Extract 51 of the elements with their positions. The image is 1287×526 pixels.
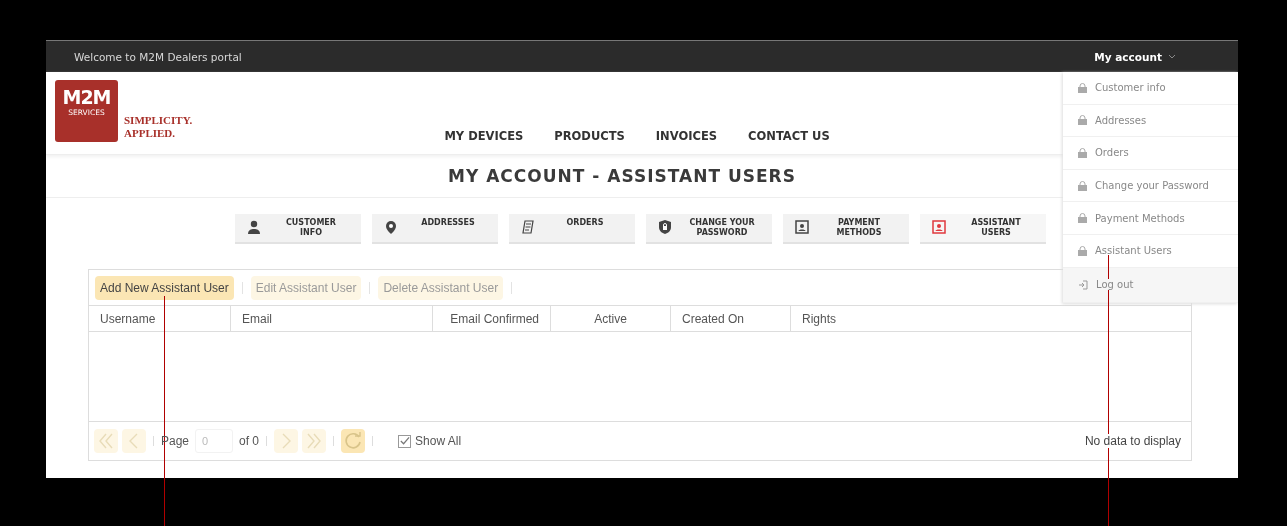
tab-label[interactable]: PAYMENT METHODS <box>815 218 909 238</box>
lock-icon <box>1078 148 1087 158</box>
menu-item[interactable]: Payment Methods <box>1095 212 1185 224</box>
column-header[interactable]: Created On <box>671 306 791 331</box>
lock-icon <box>1078 180 1087 191</box>
logout-icon <box>1078 279 1088 290</box>
column-header[interactable]: Rights <box>791 306 1191 331</box>
welcome-text: Welcome to M2M Dealers portal <box>74 50 242 63</box>
last-page-button[interactable] <box>302 429 327 453</box>
lock-icon <box>1078 82 1087 93</box>
lock-icon <box>1078 213 1087 224</box>
account-menu[interactable]: My account <box>1094 50 1176 63</box>
first-page-icon <box>97 432 115 450</box>
tab-label[interactable]: CUSTOMER INFO <box>267 218 361 238</box>
tab[interactable]: ASSISTANT USERS <box>920 214 1046 244</box>
menu-item[interactable]: Change your Password <box>1095 180 1209 192</box>
tab[interactable]: PAYMENT METHODS <box>783 214 909 244</box>
tab-label[interactable]: ASSISTANT USERS <box>952 218 1046 238</box>
show-all-checkbox[interactable] <box>398 434 412 448</box>
refresh-icon <box>344 432 363 450</box>
first-page-button[interactable] <box>94 429 118 453</box>
tab-label[interactable]: ADDRESSES <box>404 218 498 228</box>
tab-label[interactable]: CHANGE YOUR PASSWORD <box>678 218 772 238</box>
toolbar-button[interactable]: Add New Assistant User <box>95 275 234 300</box>
tab[interactable]: ORDERS <box>509 214 635 244</box>
show-all-label[interactable]: Show All <box>415 434 462 448</box>
column-header[interactable]: Email <box>231 306 433 331</box>
tab-label[interactable]: ORDERS <box>541 218 635 228</box>
menu-item[interactable]: Addresses <box>1095 114 1147 126</box>
tagline: APPLIED. <box>124 127 177 140</box>
tab[interactable]: CHANGE YOUR PASSWORD <box>646 214 772 244</box>
tagline: SIMPLICITY. <box>124 114 193 127</box>
menu-item[interactable]: Log out <box>1096 279 1134 291</box>
nav-link[interactable]: INVOICES <box>655 129 718 143</box>
page-count: of 0 <box>239 434 260 448</box>
previous-page-button[interactable] <box>122 429 146 453</box>
tab[interactable]: ADDRESSES <box>372 214 498 244</box>
caret-icon <box>1168 54 1176 59</box>
column-header[interactable]: Email Confirmed <box>433 306 551 331</box>
next-page-button[interactable] <box>274 429 299 453</box>
lock-icon <box>1078 115 1087 126</box>
logo-text: M2M <box>62 86 111 108</box>
refresh-button[interactable] <box>341 429 366 453</box>
menu-item[interactable]: Customer info <box>1095 82 1166 94</box>
lock-icon <box>1078 245 1087 256</box>
tab[interactable]: CUSTOMER INFO <box>235 214 361 244</box>
nav-link[interactable]: MY DEVICES <box>444 129 524 143</box>
menu-item[interactable]: Assistant Users <box>1095 245 1172 257</box>
column-header[interactable]: Active <box>551 306 671 331</box>
nav-link[interactable]: CONTACT US <box>748 129 830 143</box>
nav-link[interactable]: PRODUCTS <box>554 129 625 143</box>
